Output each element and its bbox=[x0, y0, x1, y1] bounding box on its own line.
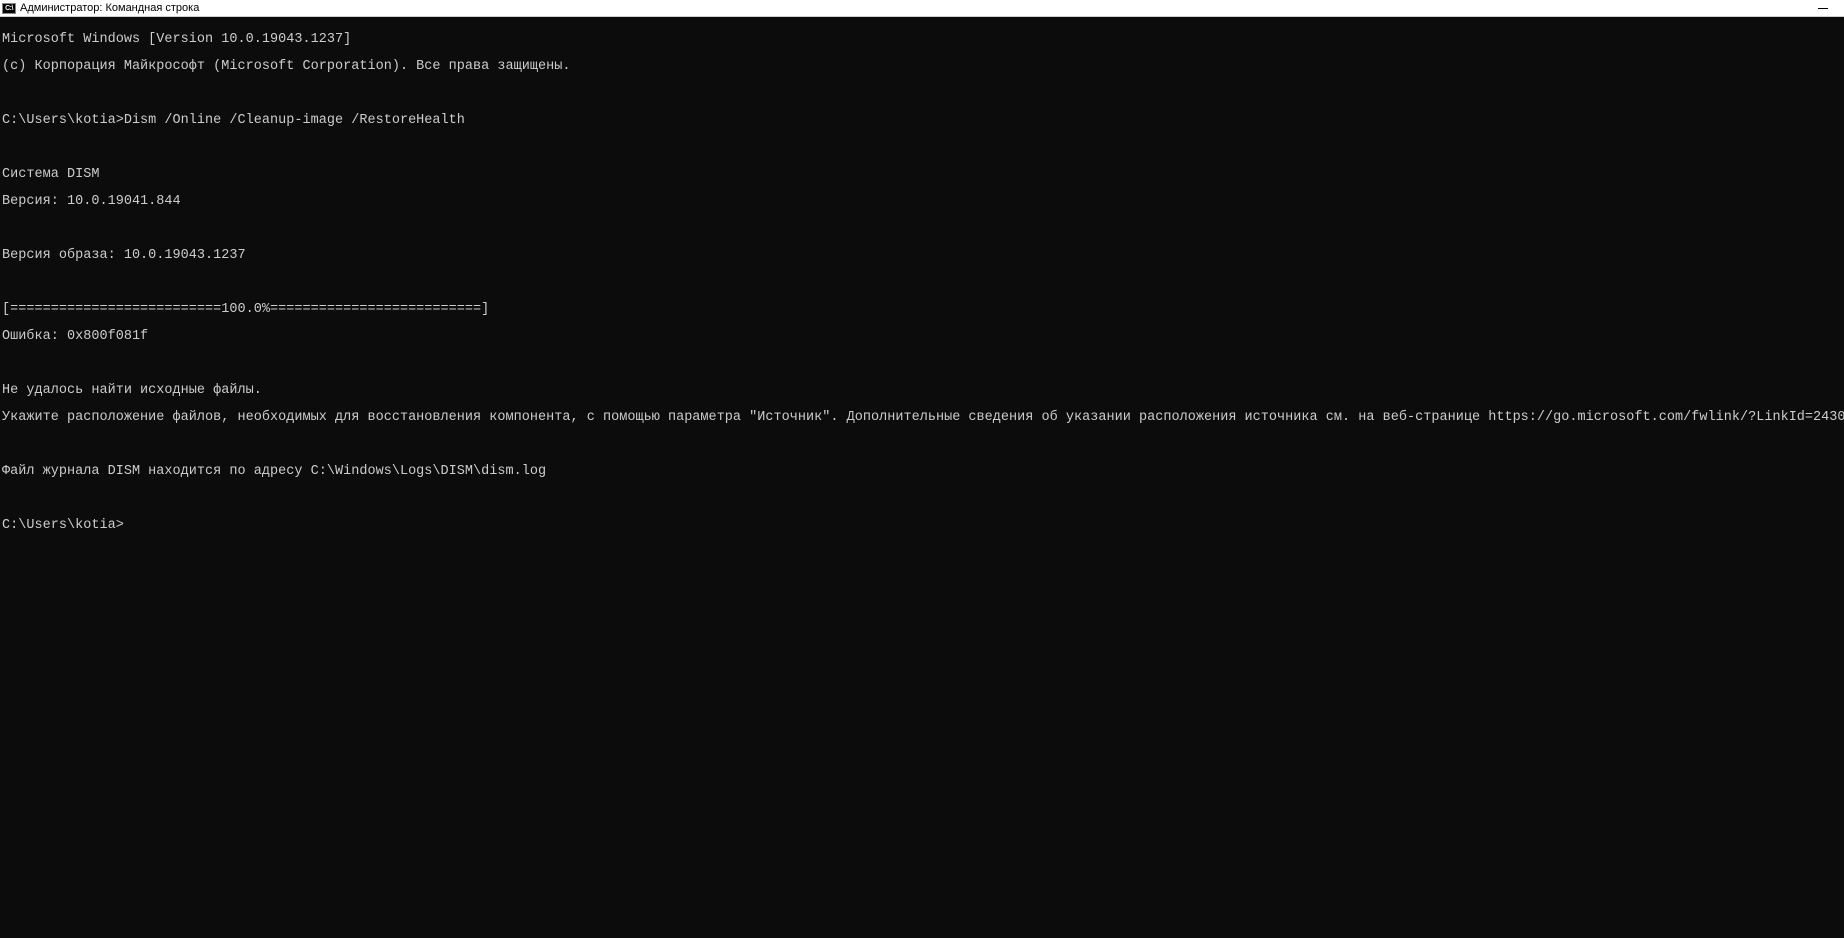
titlebar-left: C:\ Администратор: Командная строка bbox=[2, 2, 199, 14]
prompt-line: C:\Users\kotia> bbox=[2, 519, 1842, 533]
output-line: (c) Корпорация Майкрософт (Microsoft Cor… bbox=[2, 60, 1842, 74]
output-line bbox=[2, 222, 1842, 236]
output-line: Файл журнала DISM находится по адресу C:… bbox=[2, 465, 1842, 479]
output-line: Укажите расположение файлов, необходимых… bbox=[2, 411, 1842, 425]
output-line bbox=[2, 438, 1842, 452]
window-titlebar[interactable]: C:\ Администратор: Командная строка bbox=[0, 0, 1844, 17]
window-title: Администратор: Командная строка bbox=[20, 2, 199, 14]
prompt-text: C:\Users\kotia> bbox=[2, 519, 124, 533]
output-line bbox=[2, 141, 1842, 155]
minimize-button[interactable] bbox=[1818, 3, 1828, 13]
minimize-icon bbox=[1818, 8, 1828, 9]
output-line: Версия: 10.0.19041.844 bbox=[2, 195, 1842, 209]
terminal-output[interactable]: Microsoft Windows [Version 10.0.19043.12… bbox=[0, 17, 1844, 938]
command-line: C:\Users\kotia>Dism /Online /Cleanup-ima… bbox=[2, 114, 1842, 128]
cursor bbox=[124, 519, 131, 532]
cmd-icon: C:\ bbox=[2, 3, 16, 14]
output-line bbox=[2, 492, 1842, 506]
error-line: Ошибка: 0x800f081f bbox=[2, 330, 1842, 344]
output-line: Версия образа: 10.0.19043.1237 bbox=[2, 249, 1842, 263]
output-line: Не удалось найти исходные файлы. bbox=[2, 384, 1842, 398]
progress-line: [==========================100.0%=======… bbox=[2, 303, 1842, 317]
titlebar-controls bbox=[1818, 3, 1842, 13]
output-line bbox=[2, 276, 1842, 290]
output-line bbox=[2, 87, 1842, 101]
output-line: Cистема DISM bbox=[2, 168, 1842, 182]
output-line: Microsoft Windows [Version 10.0.19043.12… bbox=[2, 33, 1842, 47]
output-line bbox=[2, 357, 1842, 371]
